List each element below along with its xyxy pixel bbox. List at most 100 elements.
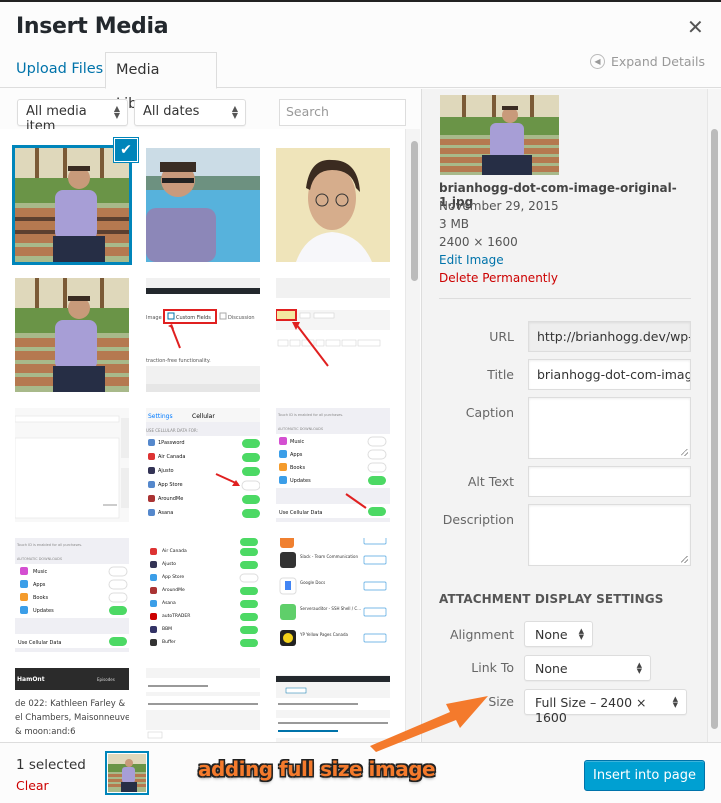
photo-man-on-bench (15, 148, 129, 262)
attachment-details-sidebar: brianhogg-dot-com-image-original-1.jpg N… (421, 89, 707, 742)
svg-text:Use Cellular Data: Use Cellular Data (279, 510, 322, 516)
screenshot-ios-auto-downloads: Touch ID is enabled for all purchases. A… (276, 408, 390, 522)
attachment-item[interactable]: Slack - Team Communication Google Docs Ser… (276, 538, 390, 652)
media-type-filter[interactable]: All media item ▲ ▼ (17, 99, 128, 134)
media-toolbar: All media item ▲ ▼ All dates ▲ ▼ Search (0, 89, 420, 134)
attachment-item[interactable]: Image Custom Fields Discussion traction-… (146, 278, 260, 392)
svg-text:Apps: Apps (290, 452, 303, 458)
size-select[interactable]: Full Size – 2400 × 1600 ▲ ▼ (524, 689, 687, 725)
insert-into-page-button[interactable]: Insert into page (584, 760, 705, 791)
svg-text:Asana: Asana (162, 600, 176, 606)
attachment-item[interactable] (276, 278, 390, 392)
link-to-select-value: None (535, 661, 568, 676)
select-arrows-icon: ▲ ▼ (231, 104, 238, 120)
svg-text:Image: Image (146, 315, 162, 321)
description-label: Description (442, 512, 514, 527)
attachment-item[interactable] (146, 668, 260, 742)
attachment-filesize: 3 MB (439, 217, 470, 231)
svg-text:AUTOMATIC DOWNLOADS: AUTOMATIC DOWNLOADS (278, 427, 324, 431)
photo-man-on-bench (108, 754, 146, 792)
svg-text:AroundMe: AroundMe (158, 496, 183, 502)
svg-text:App Store: App Store (158, 482, 183, 488)
select-arrows-icon: ▲ ▼ (672, 695, 678, 709)
resize-handle-icon[interactable] (681, 556, 688, 563)
svg-text:Settings: Settings (148, 413, 173, 420)
custom-fields-text: Custom Fields (176, 315, 211, 321)
delete-permanently-link[interactable]: Delete Permanently (439, 271, 558, 285)
attachment-item[interactable] (276, 148, 390, 262)
photo-man-on-bench (440, 95, 559, 175)
screenshot-ios-auto-downloads: Touch ID is enabled for all purchases. A… (15, 538, 129, 652)
svg-text:Touch ID is enabled for all pu: Touch ID is enabled for all purchases. (277, 413, 343, 417)
sidebar-scrollbar[interactable] (707, 89, 721, 742)
expand-details-button[interactable]: ◀ Expand Details (589, 54, 705, 69)
alt-text-field[interactable] (528, 466, 691, 497)
attachment-item[interactable]: Air Canada Ajusto App Store AroundMe Asana au… (146, 538, 260, 652)
select-arrows-icon: ▲ ▼ (636, 661, 642, 675)
date-filter[interactable]: All dates ▲ ▼ (134, 99, 246, 126)
svg-text:& moon:and:6: & moon:and:6 (15, 727, 76, 737)
date-filter-value: All dates (143, 104, 200, 119)
select-arrows-icon: ▲ ▼ (113, 104, 120, 120)
close-icon[interactable]: ✕ (687, 17, 704, 37)
svg-text:Slack - Team Communication: Slack - Team Communication (300, 554, 358, 559)
modal-title: Insert Media (16, 14, 169, 39)
selection-count: 1 selected (16, 757, 86, 773)
tab-upload-files[interactable]: Upload Files (6, 52, 113, 88)
svg-text:Music: Music (290, 439, 304, 445)
svg-text:Episodes: Episodes (97, 677, 115, 682)
svg-text:Ajusto: Ajusto (158, 468, 174, 474)
svg-text:Updates: Updates (290, 478, 311, 484)
svg-text:HamOnt: HamOnt (17, 676, 45, 683)
attachment-date: November 29, 2015 (439, 199, 559, 213)
tab-media-library[interactable]: Media Library (105, 52, 217, 112)
svg-text:Air Canada: Air Canada (158, 454, 185, 460)
attachment-item[interactable]: Touch ID is enabled for all purchases. A… (276, 408, 390, 522)
svg-text:de 022: Kathleen Farley &: de 022: Kathleen Farley & (15, 699, 126, 709)
description-field[interactable] (528, 504, 691, 566)
search-input[interactable]: Search (279, 99, 406, 126)
svg-text:el Chambers, Maisonneuve: el Chambers, Maisonneuve (15, 713, 129, 723)
photo-man-by-lake (146, 148, 260, 262)
screenshot-custom-fields: Image Custom Fields Discussion traction-… (146, 278, 260, 392)
attachment-item[interactable]: Settings Cellular USE CELLULAR DATA FOR:… (146, 408, 260, 522)
grid-scrollbar[interactable] (405, 129, 420, 742)
svg-text:AroundMe: AroundMe (162, 587, 185, 593)
resize-handle-icon[interactable] (681, 449, 688, 456)
alignment-select-value: None (535, 627, 568, 642)
svg-text:Cellular: Cellular (192, 413, 215, 420)
selected-check-icon[interactable]: ✔ (114, 138, 138, 162)
screenshot-ios-app-list: Air Canada Ajusto App Store AroundMe Asana au… (146, 538, 260, 652)
alignment-label: Alignment (449, 627, 514, 642)
screenshot-plugin-settings (146, 668, 260, 742)
select-arrows-icon: ▲ ▼ (578, 627, 584, 641)
link-to-select[interactable]: None ▲ ▼ (524, 655, 651, 681)
title-field[interactable]: brianhogg-dot-com-image (528, 359, 691, 390)
caption-label: Caption (465, 405, 514, 420)
svg-text:Apps: Apps (33, 582, 46, 588)
attachment-item[interactable] (15, 148, 129, 262)
attachment-item[interactable] (15, 408, 129, 522)
alt-text-label: Alt Text (467, 474, 514, 489)
sidebar-scrollbar-thumb[interactable] (711, 129, 718, 729)
attachment-item[interactable]: HamOnt Episodes de 022: Kathleen Farley … (15, 668, 129, 742)
edit-image-link[interactable]: Edit Image (439, 253, 504, 267)
svg-text:App Store: App Store (162, 574, 184, 580)
attachment-item[interactable] (146, 148, 260, 262)
svg-text:autoTRADER: autoTRADER (162, 613, 190, 619)
grid-scrollbar-thumb[interactable] (411, 141, 418, 281)
svg-text:Books: Books (290, 465, 305, 471)
size-select-value: Full Size – 2400 × 1600 (535, 695, 647, 725)
display-settings-heading: ATTACHMENT DISPLAY SETTINGS (439, 592, 664, 606)
attachment-item[interactable]: Touch ID is enabled for all purchases. A… (15, 538, 129, 652)
clear-selection-link[interactable]: Clear (16, 778, 49, 793)
url-field[interactable]: http://brianhogg.dev/wp-c (528, 321, 691, 352)
caption-field[interactable] (528, 397, 691, 459)
alignment-select[interactable]: None ▲ ▼ (524, 621, 593, 647)
screenshot-hamont-podcast: HamOnt Episodes de 022: Kathleen Farley … (15, 668, 129, 742)
attachments-grid: ✔ Image Custom Fields Discussion tractio… (0, 129, 405, 742)
attachment-item[interactable] (15, 278, 129, 392)
selected-thumbnail[interactable] (105, 751, 149, 795)
arrow-left-circle-icon: ◀ (589, 54, 605, 69)
expand-details-label: Expand Details (610, 54, 705, 69)
